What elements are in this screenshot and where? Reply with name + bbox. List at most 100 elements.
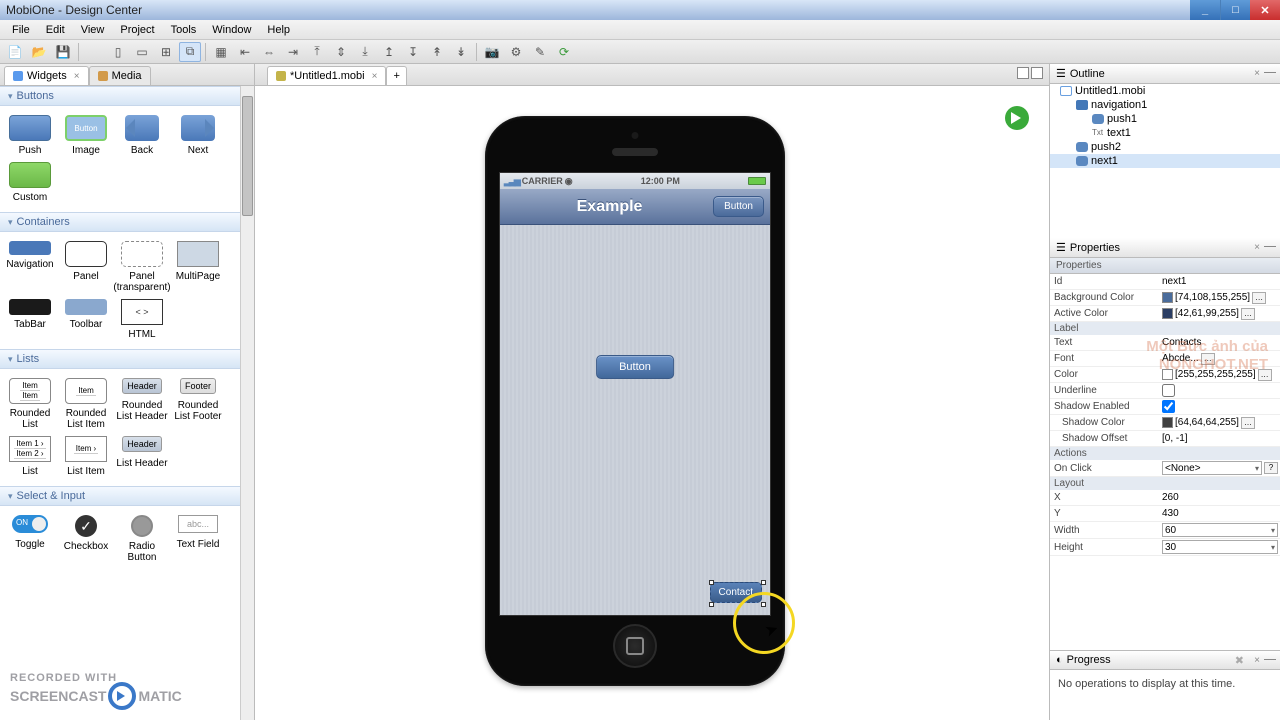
wand-icon[interactable]: ✎	[529, 42, 551, 62]
run-button[interactable]	[1005, 106, 1029, 130]
menu-window[interactable]: Window	[204, 22, 259, 38]
grid-icon[interactable]: ▦	[210, 42, 232, 62]
editor-tab[interactable]: *Untitled1.mobi×	[267, 66, 386, 85]
window-title: MobiOne - Design Center	[6, 3, 1190, 17]
maximize-view-icon[interactable]	[1031, 67, 1043, 79]
home-button[interactable]	[613, 624, 657, 668]
save-icon[interactable]: 💾	[52, 42, 74, 62]
maximize-button[interactable]: □	[1220, 0, 1250, 20]
minimize-view-icon[interactable]	[1017, 67, 1029, 79]
minimize-icon[interactable]	[1264, 72, 1276, 75]
properties-icon: ☰	[1056, 241, 1066, 254]
watermark-recorder: RECORDED WITH SCREENCASTMATIC	[10, 682, 182, 710]
menu-tools[interactable]: Tools	[163, 22, 205, 38]
scrollbar[interactable]	[240, 86, 254, 720]
underline-checkbox[interactable]	[1162, 384, 1175, 397]
widget-checkbox[interactable]: ✓Checkbox	[58, 515, 114, 563]
apple-icon[interactable]	[83, 42, 105, 62]
tab-widgets[interactable]: Widgets×	[4, 66, 89, 85]
align-right-icon[interactable]: ⇥	[282, 42, 304, 62]
outline-tree[interactable]: Untitled1.mobi navigation1 push1 Txttext…	[1050, 84, 1280, 238]
section-select-input[interactable]: Select & Input	[0, 486, 254, 506]
menu-edit[interactable]: Edit	[38, 22, 73, 38]
help-button[interactable]: ?	[1264, 462, 1278, 474]
status-bar: CARRIER ◉ 12:00 PM	[500, 173, 770, 189]
align-center-icon[interactable]: ⇔	[258, 42, 280, 62]
widget-push[interactable]: Push	[2, 115, 58, 156]
widget-list-header[interactable]: HeaderList Header	[114, 436, 170, 477]
minimize-button[interactable]: _	[1190, 0, 1220, 20]
widget-html[interactable]: < >HTML	[114, 299, 170, 340]
widget-toolbar[interactable]: Toolbar	[58, 299, 114, 340]
widget-multipage[interactable]: MultiPage	[170, 241, 226, 293]
widget-rounded-list-header[interactable]: HeaderRounded List Header	[114, 378, 170, 430]
camera-icon[interactable]: 📷	[481, 42, 503, 62]
minimize-icon[interactable]	[1264, 246, 1276, 249]
shadow-checkbox[interactable]	[1162, 400, 1175, 413]
send-back-icon[interactable]: ↧	[402, 42, 424, 62]
widget-next[interactable]: Next	[170, 115, 226, 156]
widget-tabbar[interactable]: TabBar	[2, 299, 58, 340]
bring-front-icon[interactable]: ↥	[378, 42, 400, 62]
backward-icon[interactable]: ↡	[450, 42, 472, 62]
new-tab-button[interactable]: +	[386, 66, 406, 85]
sync-icon[interactable]: ⟳	[553, 42, 575, 62]
section-containers[interactable]: Containers	[0, 212, 254, 232]
forward-icon[interactable]: ↟	[426, 42, 448, 62]
link-icon[interactable]: ⧉	[179, 42, 201, 62]
close-icon[interactable]: ×	[1254, 68, 1260, 79]
widget-custom[interactable]: Custom	[2, 162, 58, 203]
nav-button[interactable]: Button	[713, 196, 764, 217]
align-top-icon[interactable]: ⤒	[306, 42, 328, 62]
widget-rounded-list-item[interactable]: ItemRounded List Item	[58, 378, 114, 430]
properties-grid[interactable]: Properties Idnext1 Background Color[74,1…	[1050, 258, 1280, 650]
close-icon[interactable]: ×	[1254, 242, 1260, 253]
portrait-icon[interactable]: ▯	[107, 42, 129, 62]
tab-media[interactable]: Media	[89, 66, 151, 85]
widget-rounded-list[interactable]: ItemItemRounded List	[2, 378, 58, 430]
height-combo[interactable]: 30	[1162, 540, 1278, 554]
close-icon[interactable]: ×	[71, 71, 80, 82]
menu-file[interactable]: File	[4, 22, 38, 38]
widget-navigation[interactable]: Navigation	[2, 241, 58, 293]
device-screen[interactable]: CARRIER ◉ 12:00 PM Example Button Button…	[499, 172, 771, 616]
widget-radio[interactable]: Radio Button	[114, 515, 170, 563]
onclick-combo[interactable]: <None>	[1162, 461, 1262, 475]
widget-image[interactable]: ButtonImage	[58, 115, 114, 156]
outline-icon: ☰	[1056, 67, 1066, 80]
new-icon[interactable]: 📄	[4, 42, 26, 62]
menu-help[interactable]: Help	[259, 22, 298, 38]
section-buttons[interactable]: Buttons	[0, 86, 254, 106]
align-bottom-icon[interactable]: ⤓	[354, 42, 376, 62]
width-combo[interactable]: 60	[1162, 523, 1278, 537]
widget-textfield[interactable]: abc...Text Field	[170, 515, 226, 563]
wifi-icon: ◉	[565, 176, 573, 187]
close-icon[interactable]: ×	[1254, 655, 1260, 666]
widgets-panel: Widgets× Media Buttons Push ButtonImage …	[0, 64, 255, 720]
close-icon[interactable]: ×	[369, 71, 378, 82]
widget-panel[interactable]: Panel	[58, 241, 114, 293]
widget-list[interactable]: Item 1 ›Item 2 ›List	[2, 436, 58, 477]
push-button[interactable]: Button	[596, 355, 674, 379]
menu-project[interactable]: Project	[112, 22, 162, 38]
landscape-icon[interactable]: ▭	[131, 42, 153, 62]
widget-toggle[interactable]: ONToggle	[2, 515, 58, 563]
section-lists[interactable]: Lists	[0, 349, 254, 369]
clear-icon[interactable]: ✖	[1235, 654, 1244, 667]
outline-selected[interactable]: next1	[1050, 154, 1280, 168]
align-middle-icon[interactable]: ⇕	[330, 42, 352, 62]
widget-list-item[interactable]: Item ›List Item	[58, 436, 114, 477]
widget-rounded-list-footer[interactable]: FooterRounded List Footer	[170, 378, 226, 430]
gear-icon[interactable]: ⚙	[505, 42, 527, 62]
close-button[interactable]: ✕	[1250, 0, 1280, 20]
minimize-icon[interactable]	[1264, 659, 1276, 662]
resolution-icon[interactable]: ⊞	[155, 42, 177, 62]
menu-view[interactable]: View	[73, 22, 113, 38]
right-panel: ☰Outline × Untitled1.mobi navigation1 pu…	[1050, 64, 1280, 720]
next-button-selected[interactable]: Contact	[710, 582, 762, 603]
widget-back[interactable]: Back	[114, 115, 170, 156]
open-icon[interactable]: 📂	[28, 42, 50, 62]
align-left-icon[interactable]: ⇤	[234, 42, 256, 62]
navigation-bar[interactable]: Example Button	[500, 189, 770, 225]
widget-panel-transparent[interactable]: Panel (transparent)	[114, 241, 170, 293]
